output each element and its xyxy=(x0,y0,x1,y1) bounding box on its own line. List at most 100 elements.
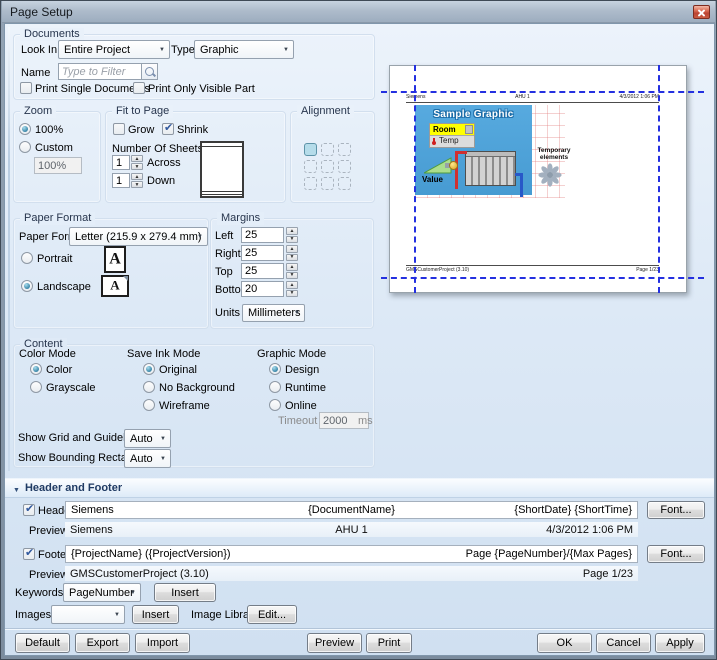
close-button[interactable] xyxy=(693,5,710,19)
title-bar[interactable]: Page Setup xyxy=(2,1,715,23)
export-button[interactable]: Export xyxy=(75,633,130,653)
preview-button[interactable]: Preview xyxy=(307,633,362,653)
margin-top-input[interactable]: 25 xyxy=(241,263,284,279)
name-filter-input[interactable] xyxy=(58,63,142,80)
margin-top-stepper[interactable] xyxy=(286,263,298,279)
margin-left-input[interactable]: 25 xyxy=(241,227,284,243)
show-grid-dropdown[interactable]: Auto xyxy=(124,429,171,448)
margin-bottom-input[interactable]: 20 xyxy=(241,281,284,297)
runtime-radio[interactable] xyxy=(269,381,281,393)
landscape-radio[interactable] xyxy=(21,280,33,292)
color-radio[interactable] xyxy=(30,363,42,375)
sheets-across-stepper[interactable] xyxy=(131,155,143,170)
show-bounding-dropdown[interactable]: Auto xyxy=(124,449,171,468)
print-button-label: Print xyxy=(378,637,401,649)
footer-preview-strip: GMSCustomerProject (3.10) Page 1/23 xyxy=(65,566,638,581)
alignment-cell[interactable] xyxy=(338,143,351,156)
spin-up-icon[interactable] xyxy=(131,173,143,180)
portrait-radio[interactable] xyxy=(21,252,33,264)
grow-checkbox[interactable] xyxy=(113,123,125,135)
no-background-label: No Background xyxy=(159,382,235,394)
import-button[interactable]: Import xyxy=(135,633,190,653)
zoom-custom-input[interactable]: 100% xyxy=(34,157,82,174)
alignment-cell[interactable] xyxy=(304,143,317,156)
zoom-custom-radio[interactable] xyxy=(19,141,31,153)
alignment-cell[interactable] xyxy=(321,177,334,190)
preview-page-footer: GMSCustomerProject (3.10) Page 1/23 xyxy=(406,267,659,273)
color-label: Color xyxy=(46,364,72,376)
footer-left-text: {ProjectName} ({ProjectVersion}) xyxy=(71,548,231,560)
online-radio[interactable] xyxy=(269,399,281,411)
footer-font-button[interactable]: Font... xyxy=(647,545,705,563)
default-button[interactable]: Default xyxy=(15,633,70,653)
alignment-cell[interactable] xyxy=(338,160,351,173)
spin-down-icon[interactable] xyxy=(286,290,298,298)
spin-up-icon[interactable] xyxy=(286,263,298,271)
sheets-down-stepper[interactable] xyxy=(131,173,143,188)
header-text-input[interactable]: Siemens {DocumentName} {ShortDate} {Shor… xyxy=(65,501,638,519)
images-dropdown[interactable] xyxy=(51,605,125,624)
spin-up-icon[interactable] xyxy=(286,245,298,253)
spin-down-icon[interactable] xyxy=(286,272,298,280)
look-in-dropdown[interactable]: Entire Project xyxy=(58,40,170,59)
margin-right-stepper[interactable] xyxy=(286,245,298,261)
no-background-radio[interactable] xyxy=(143,381,155,393)
spin-down-icon[interactable] xyxy=(286,254,298,262)
alignment-cell[interactable] xyxy=(304,177,317,190)
images-insert-button[interactable]: Insert xyxy=(132,605,179,624)
alignment-cell[interactable] xyxy=(338,177,351,190)
print-button[interactable]: Print xyxy=(366,633,412,653)
shrink-checkbox[interactable] xyxy=(162,123,174,135)
landscape-label: Landscape xyxy=(37,281,91,293)
spin-down-icon[interactable] xyxy=(131,163,143,170)
keywords-insert-button[interactable]: Insert xyxy=(154,583,216,602)
header-preview-strip: Siemens AHU 1 4/3/2012 1:06 PM xyxy=(65,522,638,537)
spin-up-icon[interactable] xyxy=(286,227,298,235)
images-insert-label: Insert xyxy=(142,609,170,621)
spin-up-icon[interactable] xyxy=(131,155,143,162)
header-and-footer-label: Header and Footer xyxy=(25,482,122,494)
search-button[interactable] xyxy=(141,63,158,80)
zoom-group-label: Zoom xyxy=(20,105,56,118)
preview-header-rule xyxy=(406,102,659,103)
margin-guide-top xyxy=(381,91,704,93)
grayscale-radio[interactable] xyxy=(30,381,42,393)
zoom-100-radio[interactable] xyxy=(19,123,31,135)
original-radio[interactable] xyxy=(143,363,155,375)
footer-checkbox[interactable] xyxy=(23,548,35,560)
sheets-across-input[interactable]: 1 xyxy=(112,155,130,170)
print-only-visible-part-checkbox[interactable] xyxy=(133,82,145,94)
content-group: Content Color Mode Save Ink Mode Graphic… xyxy=(13,344,375,468)
spin-down-icon[interactable] xyxy=(131,181,143,188)
margin-bottom-value: 20 xyxy=(245,283,257,295)
footer-text-input[interactable]: {ProjectName} ({ProjectVersion}) Page {P… xyxy=(65,545,638,563)
name-label: Name xyxy=(21,67,50,79)
spin-down-icon[interactable] xyxy=(286,236,298,244)
sheets-down-input[interactable]: 1 xyxy=(112,173,130,188)
header-checkbox[interactable] xyxy=(23,504,35,516)
margin-left-stepper[interactable] xyxy=(286,227,298,243)
design-label: Design xyxy=(285,364,319,376)
type-dropdown[interactable]: Graphic xyxy=(194,40,294,59)
paper-form-dropdown[interactable]: Letter (215.9 x 279.4 mm) xyxy=(69,227,208,246)
design-radio[interactable] xyxy=(269,363,281,375)
look-in-label: Look In xyxy=(21,44,57,56)
alignment-cell[interactable] xyxy=(321,143,334,156)
margin-bottom-stepper[interactable] xyxy=(286,281,298,297)
image-library-edit-button[interactable]: Edit... xyxy=(247,605,297,624)
alignment-cell[interactable] xyxy=(304,160,317,173)
print-single-documents-checkbox[interactable] xyxy=(20,82,32,94)
color-mode-label: Color Mode xyxy=(19,348,76,360)
cancel-button[interactable]: Cancel xyxy=(596,633,651,653)
spin-up-icon[interactable] xyxy=(286,281,298,289)
units-dropdown[interactable]: Millimeters xyxy=(242,304,305,322)
header-and-footer-expander[interactable]: Header and Footer xyxy=(5,478,714,498)
ok-button[interactable]: OK xyxy=(537,633,592,653)
apply-button[interactable]: Apply xyxy=(655,633,705,653)
wireframe-radio[interactable] xyxy=(143,399,155,411)
header-font-button[interactable]: Font... xyxy=(647,501,705,519)
margins-group: Margins Left 25 Right 25 Top 25 Bottom 2… xyxy=(210,218,374,329)
alignment-cell[interactable] xyxy=(321,160,334,173)
keywords-dropdown[interactable]: PageNumber xyxy=(63,583,141,602)
margin-right-input[interactable]: 25 xyxy=(241,245,284,261)
